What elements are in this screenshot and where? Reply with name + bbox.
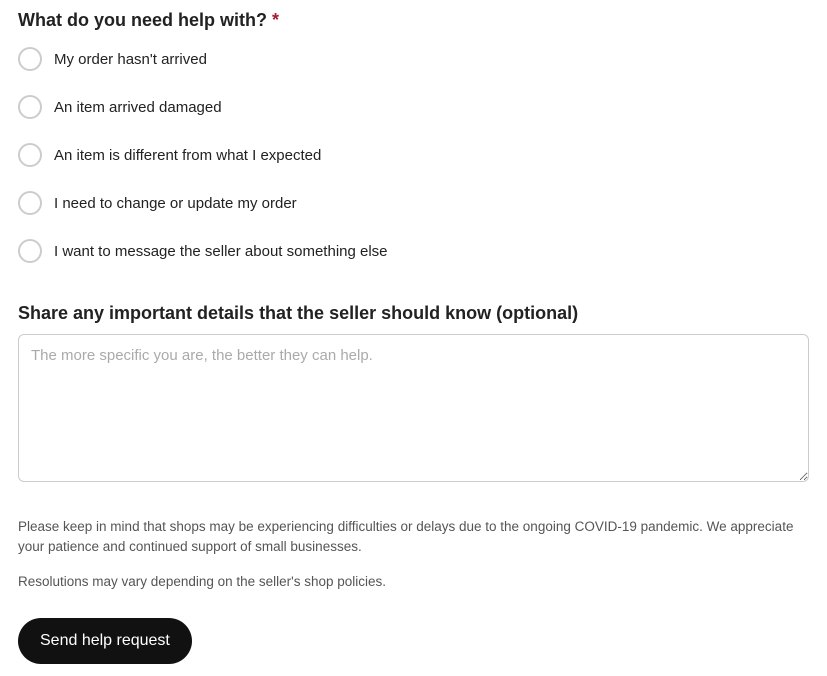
radio-label: An item is different from what I expecte… <box>54 147 321 164</box>
radio-label: My order hasn't arrived <box>54 51 207 68</box>
radio-option-change-order[interactable]: I need to change or update my order <box>18 191 809 215</box>
radio-label: An item arrived damaged <box>54 99 222 116</box>
details-textarea[interactable] <box>18 334 809 482</box>
radio-circle-icon <box>18 239 42 263</box>
disclaimer-section: Please keep in mind that shops may be ex… <box>18 517 809 592</box>
help-question-text: What do you need help with? <box>18 10 267 30</box>
radio-label: I need to change or update my order <box>54 195 297 212</box>
required-indicator: * <box>272 10 279 30</box>
radio-circle-icon <box>18 95 42 119</box>
details-section-label: Share any important details that the sel… <box>18 303 809 324</box>
help-question-label: What do you need help with? * <box>18 10 809 31</box>
help-options-group: My order hasn't arrived An item arrived … <box>18 47 809 263</box>
radio-option-item-damaged[interactable]: An item arrived damaged <box>18 95 809 119</box>
radio-option-item-different[interactable]: An item is different from what I expecte… <box>18 143 809 167</box>
send-help-request-button[interactable]: Send help request <box>18 618 192 664</box>
radio-option-order-not-arrived[interactable]: My order hasn't arrived <box>18 47 809 71</box>
disclaimer-covid: Please keep in mind that shops may be ex… <box>18 517 809 558</box>
radio-label: I want to message the seller about somet… <box>54 243 388 260</box>
radio-circle-icon <box>18 143 42 167</box>
disclaimer-policies: Resolutions may vary depending on the se… <box>18 572 809 592</box>
radio-option-message-seller[interactable]: I want to message the seller about somet… <box>18 239 809 263</box>
radio-circle-icon <box>18 191 42 215</box>
radio-circle-icon <box>18 47 42 71</box>
